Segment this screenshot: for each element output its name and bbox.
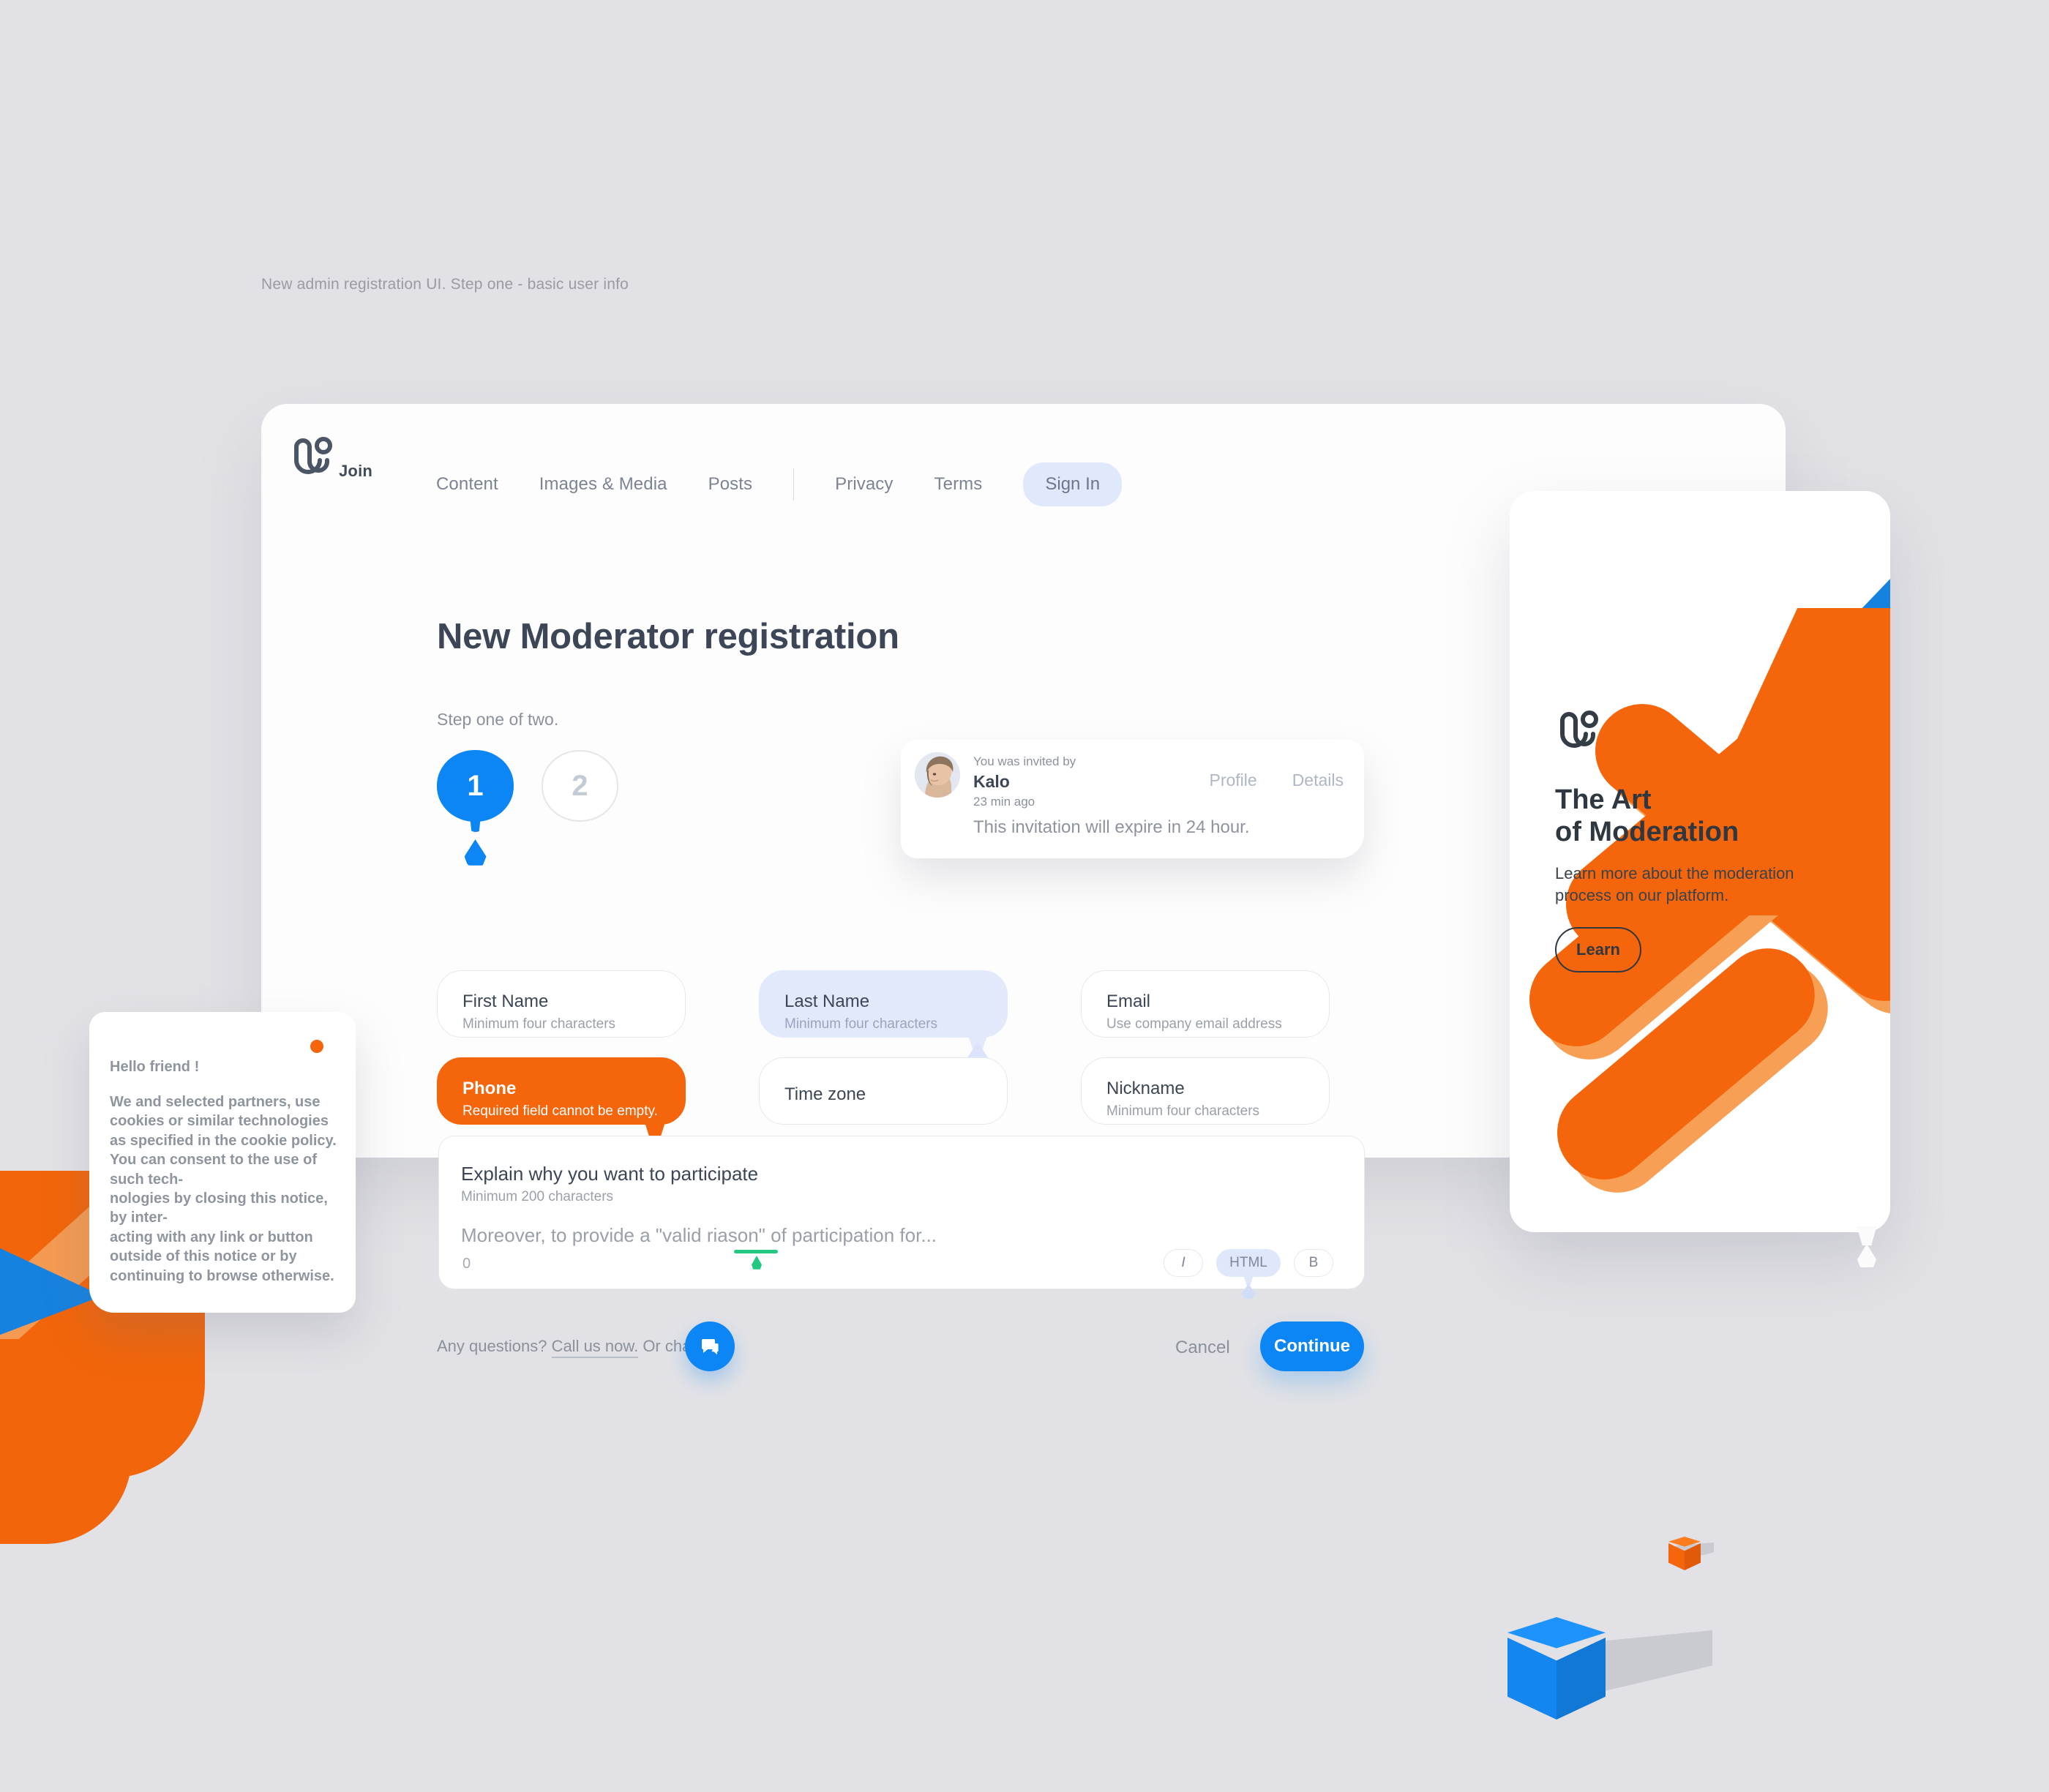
- brand-name: Join: [339, 462, 373, 480]
- promo-learn-button[interactable]: Learn: [1555, 927, 1641, 972]
- nav-link-posts[interactable]: Posts: [708, 474, 753, 495]
- textarea-char-count: 0: [462, 1256, 471, 1272]
- page-title: New Moderator registration: [437, 617, 899, 656]
- field-last-name-label: Last Name: [784, 991, 870, 1011]
- help-prefix: Any questions?: [437, 1337, 547, 1355]
- invitation-profile-link[interactable]: Profile: [1209, 771, 1256, 790]
- field-time-zone-label: Time zone: [784, 1084, 866, 1104]
- cookie-notice-panel: Hello friend ! We and selected partners,…: [89, 1012, 356, 1313]
- spellcheck-underline-icon: [734, 1250, 778, 1253]
- promo-title: The Art of Moderation: [1555, 784, 1739, 848]
- chat-button[interactable]: [685, 1321, 735, 1371]
- field-last-name[interactable]: Last Name Minimum four characters: [759, 970, 1008, 1066]
- field-nickname-hint: Minimum four characters: [1106, 1103, 1260, 1119]
- continue-button[interactable]: Continue: [1260, 1321, 1364, 1371]
- step-1-bubble[interactable]: 1: [437, 750, 514, 866]
- invited-by-label: You was invited by: [973, 754, 1076, 768]
- field-email-label: Email: [1106, 991, 1151, 1011]
- participation-textarea[interactable]: Explain why you want to participate Mini…: [438, 1136, 1365, 1299]
- textarea-hint: Minimum 200 characters: [461, 1189, 614, 1204]
- bold-button[interactable]: B: [1294, 1249, 1333, 1277]
- invitation-card: You was invited by Kalo 23 min ago Profi…: [901, 740, 1364, 858]
- html-button-label: HTML: [1229, 1255, 1267, 1270]
- nav-link-images-media[interactable]: Images & Media: [539, 474, 667, 495]
- nav-link-privacy[interactable]: Privacy: [835, 474, 893, 495]
- paint-tail-white-icon: [1857, 1226, 1877, 1245]
- step-label: Step one of two.: [437, 710, 559, 729]
- paint-drop-lavender-icon: [1242, 1283, 1255, 1299]
- promo-artwork: [1510, 491, 1890, 1232]
- step-1-number: 1: [467, 769, 484, 802]
- promo-card: The Art of Moderation Learn more about t…: [1510, 491, 1890, 1232]
- italic-button-label: I: [1181, 1255, 1185, 1270]
- field-nickname[interactable]: Nickname Minimum four characters: [1081, 1057, 1330, 1125]
- call-us-link[interactable]: Call us now.: [551, 1337, 639, 1358]
- sign-in-button[interactable]: Sign In: [1023, 462, 1123, 506]
- cube-orange: [1668, 1537, 1701, 1573]
- field-phone-error-message: Required field cannot be empty.: [462, 1103, 658, 1119]
- field-phone-label: Phone: [462, 1079, 517, 1098]
- format-toolbar: I HTML B: [1150, 1249, 1333, 1299]
- screenshot-root: New admin registration UI. Step one - ba…: [0, 0, 2049, 1792]
- step-2-bubble[interactable]: 2: [542, 750, 618, 822]
- paint-drop-green-icon: [752, 1256, 762, 1270]
- close-dot-icon[interactable]: [310, 1040, 323, 1053]
- nav-link-content[interactable]: Content: [436, 474, 498, 495]
- avatar-portrait-icon: [915, 752, 960, 798]
- field-first-name-hint: Minimum four characters: [462, 1016, 616, 1032]
- paint-drop-blue-icon: [464, 839, 487, 866]
- cube-blue: [1507, 1617, 1606, 1728]
- nav-links: Content Images & Media Posts Privacy Ter…: [436, 462, 1123, 506]
- cube-shadow-large: [1595, 1630, 1712, 1693]
- join-person-logo-icon: [294, 437, 332, 474]
- avatar: [915, 752, 960, 798]
- paint-tail-lavender-icon: [1243, 1273, 1254, 1285]
- inviter-name: Kalo: [973, 772, 1010, 791]
- field-email[interactable]: Email Use company email address: [1081, 970, 1330, 1038]
- step-indicator: 1 2: [437, 750, 618, 866]
- invitation-time: 23 min ago: [973, 795, 1035, 809]
- cookie-body-text: We and selected partners, use cookies or…: [110, 1094, 337, 1284]
- textarea-value: Moreover, to provide a "valid riason" of…: [461, 1224, 937, 1246]
- step-2-number: 2: [572, 769, 588, 802]
- cookie-greeting: Hello friend !: [110, 1059, 200, 1075]
- chat-bubble-icon: [702, 1339, 719, 1355]
- nav-link-terms[interactable]: Terms: [934, 474, 983, 495]
- bold-button-label: B: [1308, 1255, 1319, 1270]
- field-time-zone[interactable]: Time zone: [759, 1057, 1008, 1125]
- invitation-actions: Profile Details: [1174, 771, 1344, 790]
- html-button[interactable]: HTML: [1216, 1249, 1281, 1299]
- promo-subtitle: Learn more about the moderation process …: [1555, 864, 1794, 904]
- textarea-label: Explain why you want to participate: [461, 1163, 759, 1185]
- nav-divider: [793, 468, 795, 501]
- field-email-hint: Use company email address: [1106, 1016, 1282, 1032]
- join-person-logo-icon: [1560, 711, 1598, 748]
- field-phone[interactable]: Phone Required field cannot be empty.: [437, 1057, 686, 1158]
- help-text: Any questions? Call us now. Or chat: [437, 1337, 695, 1358]
- paint-drop-white-icon: [1857, 1244, 1876, 1267]
- invitation-expiry-note: This invitation will expire in 24 hour.: [973, 817, 1250, 837]
- field-last-name-hint: Minimum four characters: [784, 1016, 938, 1032]
- brand-logo[interactable]: Join: [289, 437, 372, 484]
- field-nickname-label: Nickname: [1106, 1079, 1185, 1098]
- page-caption: New admin registration UI. Step one - ba…: [261, 276, 629, 293]
- field-first-name[interactable]: First Name Minimum four characters: [437, 970, 686, 1038]
- invitation-meta: You was invited by Kalo 23 min ago: [973, 754, 1076, 809]
- italic-button[interactable]: I: [1164, 1249, 1203, 1277]
- cancel-button[interactable]: Cancel: [1175, 1338, 1230, 1358]
- invitation-details-link[interactable]: Details: [1292, 771, 1344, 790]
- field-first-name-label: First Name: [462, 991, 549, 1011]
